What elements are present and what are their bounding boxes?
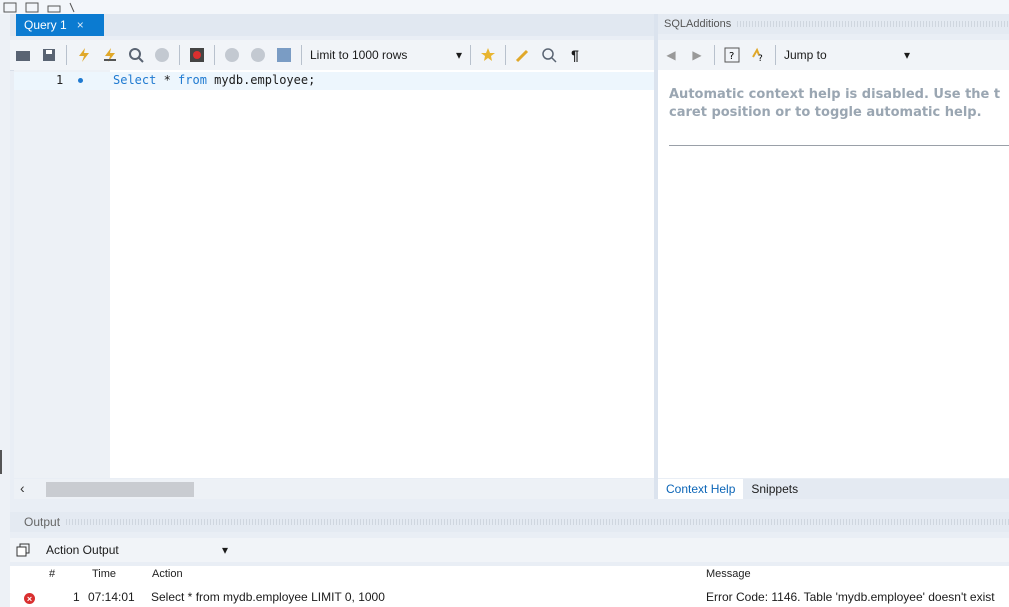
help-line-1: Automatic context help is disabled. Use …	[669, 87, 1001, 102]
toolbar-separator	[714, 45, 715, 65]
limit-rows-select[interactable]: Limit to 1000 rows ▾	[306, 45, 466, 65]
row-time: 07:14:01	[88, 590, 135, 604]
output-title: Output	[24, 515, 61, 529]
save-icon[interactable]	[38, 44, 60, 66]
scrollbar-thumb[interactable]	[46, 482, 194, 497]
column-header-message[interactable]: Message	[706, 568, 751, 580]
scroll-left-icon[interactable]: ‹	[20, 480, 25, 496]
jump-to-select[interactable]: Jump to	[780, 45, 884, 65]
tab-context-help[interactable]: Context Help	[658, 479, 744, 499]
statement-marker-icon	[78, 78, 83, 83]
keyword-select: Select	[113, 73, 157, 87]
row-action[interactable]: Select * from mydb.employee LIMIT 0, 100…	[151, 590, 385, 604]
header-grip	[737, 21, 1009, 27]
top-toolbar-icons[interactable]	[0, 0, 80, 14]
sql-additions-header: SQLAdditions	[658, 14, 1009, 34]
copy-icon[interactable]	[12, 539, 34, 561]
stop-icon[interactable]	[151, 44, 173, 66]
output-header: Output	[10, 512, 1009, 532]
toolbar-separator	[214, 45, 215, 65]
help-line-2: caret position or to toggle automatic he…	[669, 105, 982, 120]
column-header-num[interactable]: #	[49, 568, 55, 580]
sql-additions-tabs: Context Help Snippets	[658, 479, 1009, 499]
toolbar-separator	[470, 45, 471, 65]
execute-current-icon[interactable]	[99, 44, 121, 66]
toggle-error-icon[interactable]	[186, 44, 208, 66]
back-icon[interactable]: ◀	[660, 44, 682, 66]
toolbar-separator	[66, 45, 67, 65]
autocommit-icon[interactable]	[273, 44, 295, 66]
manual-help-icon[interactable]: ?	[721, 44, 743, 66]
svg-text:?: ?	[729, 51, 734, 62]
row-message[interactable]: Error Code: 1146. Table 'mydb.employee' …	[706, 590, 995, 604]
find-icon[interactable]	[538, 44, 560, 66]
row-num: 1	[73, 590, 80, 604]
sql-additions-title: SQLAdditions	[664, 18, 732, 30]
splitter-mark	[0, 450, 2, 474]
editor-gutter	[14, 70, 110, 478]
code-star: *	[156, 73, 179, 87]
limit-rows-label: Limit to 1000 rows	[310, 48, 408, 62]
sql-additions-toolbar: ◀ ▶ ? ? Jump to ▾	[658, 40, 1009, 70]
query-tab-bar	[10, 14, 654, 36]
execute-icon[interactable]	[73, 44, 95, 66]
sql-code-line[interactable]: Select * from mydb.employee;	[113, 73, 315, 87]
jump-to-label: Jump to	[784, 48, 827, 62]
open-folder-icon[interactable]	[12, 44, 34, 66]
invisible-chars-icon[interactable]: ¶	[564, 44, 586, 66]
toolbar-separator	[179, 45, 180, 65]
tab-close-icon[interactable]: ×	[77, 18, 84, 32]
svg-text:?: ?	[758, 54, 763, 63]
line-number: 1	[56, 73, 64, 87]
toolbar-separator	[505, 45, 506, 65]
output-toolbar: Action Output ▾	[10, 538, 1009, 562]
sql-editor[interactable]	[14, 70, 654, 478]
auto-help-icon[interactable]: ?	[747, 44, 769, 66]
column-header-action[interactable]: Action	[152, 568, 183, 580]
commit-icon[interactable]	[221, 44, 243, 66]
explain-icon[interactable]	[125, 44, 147, 66]
keyword-from: from	[178, 73, 207, 87]
context-help-message: Automatic context help is disabled. Use …	[669, 86, 1009, 122]
editor-toolbar: Limit to 1000 rows ▾ ¶	[10, 40, 654, 71]
forward-icon[interactable]: ▶	[686, 44, 708, 66]
tab-label: Query 1	[24, 18, 67, 32]
context-help-panel	[658, 70, 1009, 478]
header-grip	[66, 519, 1009, 525]
chevron-down-icon: ▾	[455, 48, 462, 62]
toolbar-separator	[775, 45, 776, 65]
code-table: mydb.employee;	[206, 73, 316, 87]
error-icon: ×	[24, 593, 35, 604]
current-line-highlight	[14, 72, 654, 90]
output-type-select[interactable]: Action Output ▾	[42, 540, 232, 560]
column-header-time[interactable]: Time	[92, 568, 116, 580]
rollback-icon[interactable]	[247, 44, 269, 66]
tab-query-1[interactable]: Query 1 ×	[16, 14, 104, 36]
top-strip	[0, 0, 1009, 14]
toolbar-separator	[301, 45, 302, 65]
help-divider	[669, 145, 1009, 146]
chevron-down-icon[interactable]: ▾	[904, 48, 910, 62]
chevron-down-icon: ▾	[221, 543, 228, 557]
output-type-label: Action Output	[46, 543, 119, 557]
beautify-icon[interactable]	[512, 44, 534, 66]
tab-snippets[interactable]: Snippets	[743, 479, 806, 499]
left-gutter	[0, 14, 10, 607]
add-snippet-icon[interactable]	[477, 44, 499, 66]
